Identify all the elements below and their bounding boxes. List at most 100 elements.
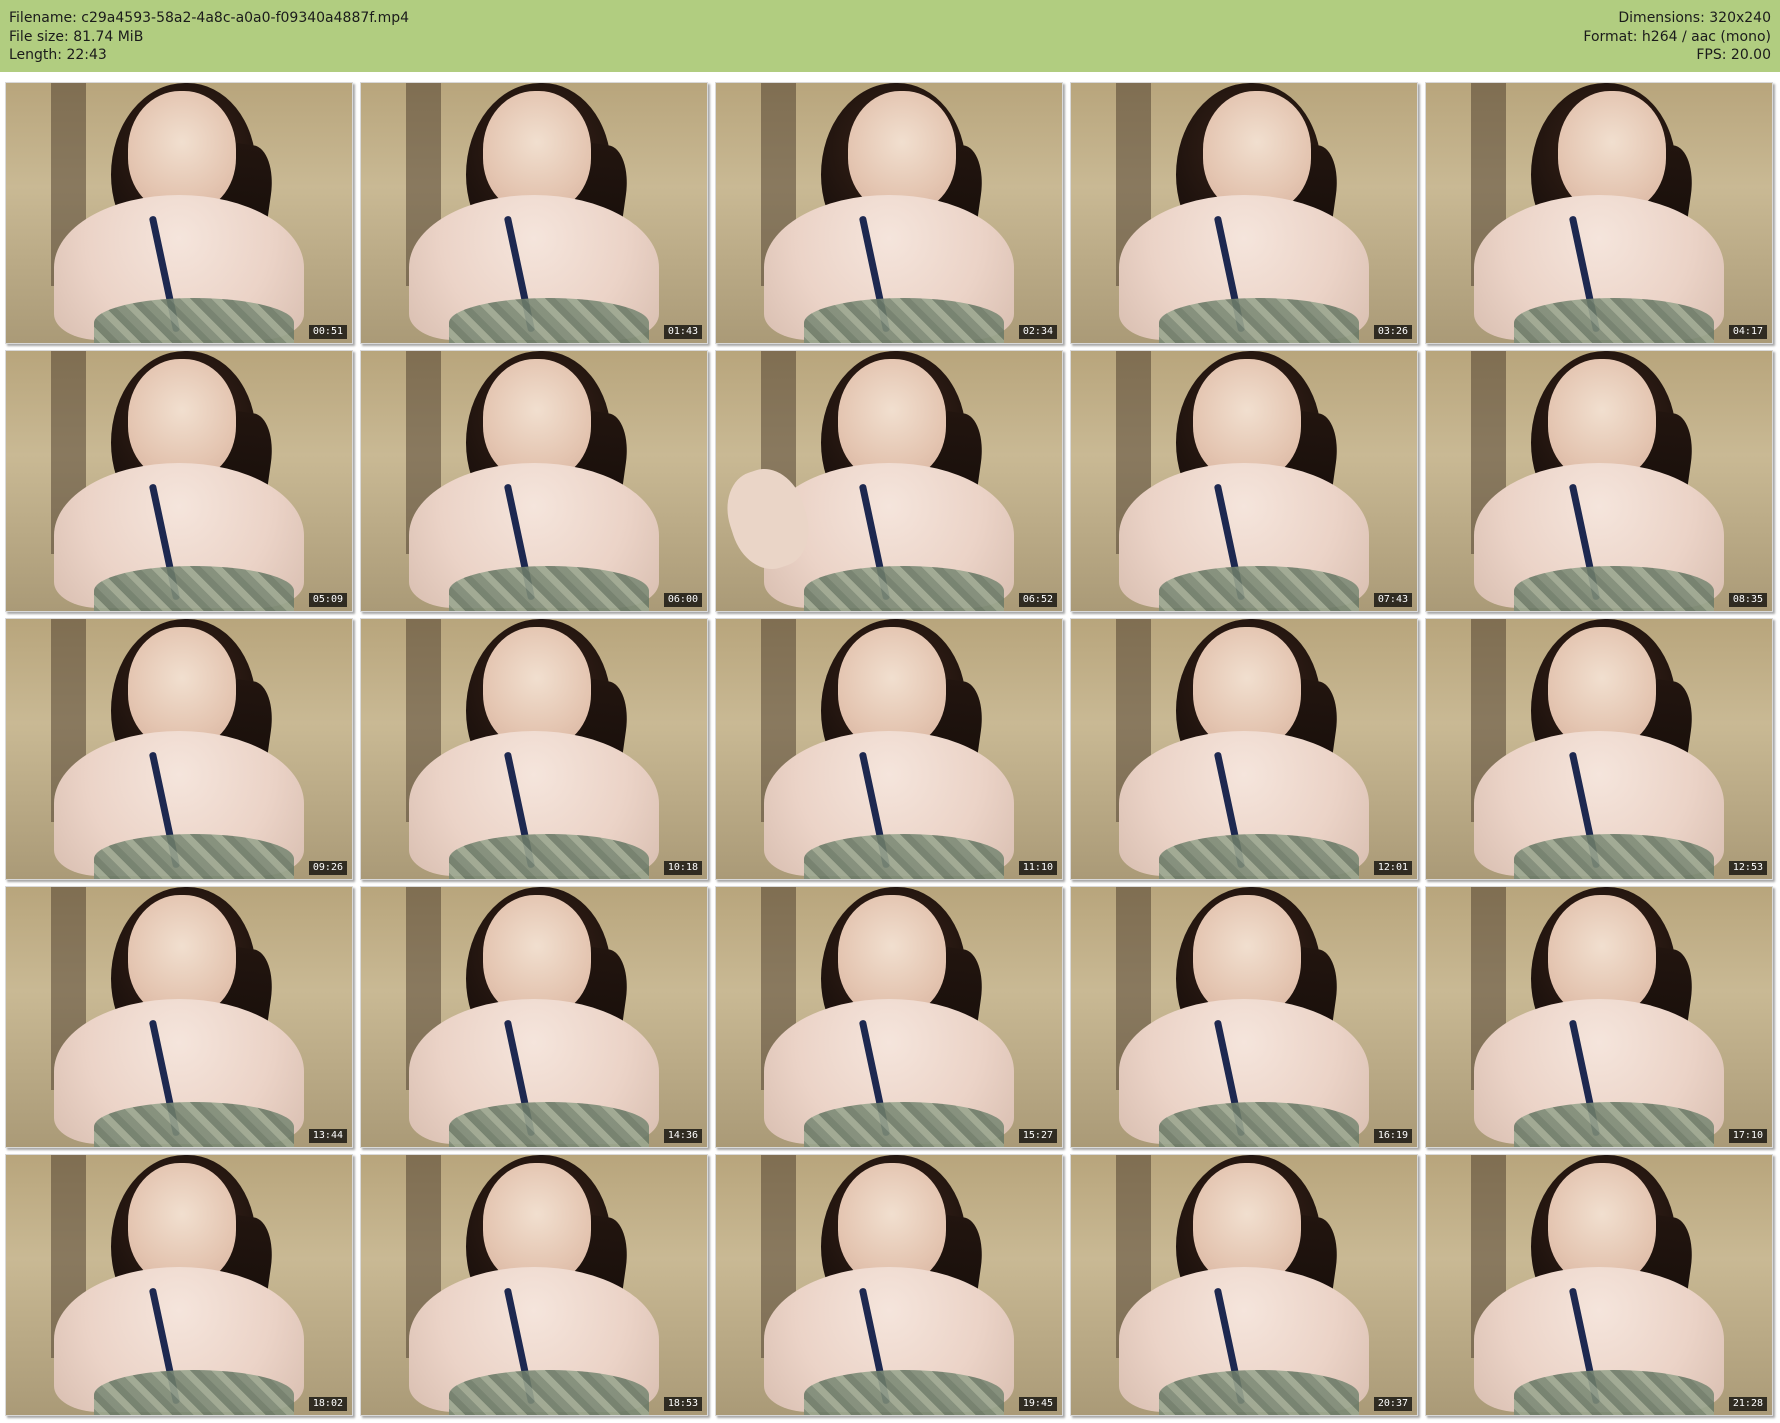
timestamp-label: 19:45: [1018, 1397, 1057, 1411]
blanket-shape: [449, 834, 649, 879]
timestamp-label: 00:51: [308, 325, 347, 339]
thumbnail-frame[interactable]: 18:02: [5, 1154, 353, 1416]
blanket-shape: [804, 298, 1004, 343]
thumbnail-image: [6, 1155, 352, 1415]
blanket-shape: [804, 1102, 1004, 1147]
blanket-shape: [449, 1370, 649, 1415]
blanket-shape: [804, 834, 1004, 879]
thumbnail-image: [1426, 1155, 1772, 1415]
thumbnail-image: [1426, 619, 1772, 879]
timestamp-label: 21:28: [1728, 1397, 1767, 1411]
thumbnail-frame[interactable]: 09:26: [5, 618, 353, 880]
timestamp-label: 13:44: [308, 1129, 347, 1143]
thumbnail-frame[interactable]: 01:43: [360, 82, 708, 344]
timestamp-label: 06:52: [1018, 593, 1057, 607]
timestamp-label: 04:17: [1728, 325, 1767, 339]
thumbnail-image: [1071, 887, 1417, 1147]
timestamp-label: 18:02: [308, 1397, 347, 1411]
thumbnail-frame[interactable]: 08:35: [1425, 350, 1773, 612]
thumbnail-image: [6, 619, 352, 879]
blanket-shape: [1514, 1102, 1714, 1147]
blanket-shape: [449, 566, 649, 611]
timestamp-label: 18:53: [663, 1397, 702, 1411]
thumbnail-image: [716, 619, 1062, 879]
thumbnail-frame[interactable]: 16:19: [1070, 886, 1418, 1148]
thumbnail-frame[interactable]: 03:26: [1070, 82, 1418, 344]
blanket-shape: [1159, 834, 1359, 879]
thumbnail-frame[interactable]: 14:36: [360, 886, 708, 1148]
thumbnail-frame[interactable]: 21:28: [1425, 1154, 1773, 1416]
blanket-shape: [1159, 566, 1359, 611]
blanket-shape: [1159, 1370, 1359, 1415]
thumbnail-frame[interactable]: 13:44: [5, 886, 353, 1148]
thumbnail-frame[interactable]: 18:53: [360, 1154, 708, 1416]
thumbnail-image: [1071, 83, 1417, 343]
thumbnail-frame[interactable]: 00:51: [5, 82, 353, 344]
timestamp-label: 12:53: [1728, 861, 1767, 875]
thumbnail-image: [716, 887, 1062, 1147]
thumbnail-image: [361, 887, 707, 1147]
thumbnail-frame[interactable]: 15:27: [715, 886, 1063, 1148]
timestamp-label: 20:37: [1373, 1397, 1412, 1411]
thumbnail-frame[interactable]: 02:34: [715, 82, 1063, 344]
thumbnail-image: [716, 351, 1062, 611]
thumbnail-image: [716, 1155, 1062, 1415]
thumbnail-frame[interactable]: 04:17: [1425, 82, 1773, 344]
thumbnail-frame[interactable]: 05:09: [5, 350, 353, 612]
metadata-header: Filename: c29a4593-58a2-4a8c-a0a0-f09340…: [0, 0, 1780, 72]
thumbnail-frame[interactable]: 06:52: [715, 350, 1063, 612]
blanket-shape: [804, 566, 1004, 611]
thumbnail-frame[interactable]: 19:45: [715, 1154, 1063, 1416]
thumbnail-frame[interactable]: 10:18: [360, 618, 708, 880]
timestamp-label: 12:01: [1373, 861, 1412, 875]
thumbnail-image: [1071, 619, 1417, 879]
timestamp-label: 02:34: [1018, 325, 1057, 339]
timestamp-label: 01:43: [663, 325, 702, 339]
timestamp-label: 08:35: [1728, 593, 1767, 607]
timestamp-label: 17:10: [1728, 1129, 1767, 1143]
timestamp-label: 14:36: [663, 1129, 702, 1143]
blanket-shape: [449, 298, 649, 343]
thumbnail-image: [6, 83, 352, 343]
blanket-shape: [1514, 566, 1714, 611]
blanket-shape: [1514, 298, 1714, 343]
timestamp-label: 09:26: [308, 861, 347, 875]
blanket-shape: [94, 566, 294, 611]
thumbnail-frame[interactable]: 11:10: [715, 618, 1063, 880]
blanket-shape: [94, 1370, 294, 1415]
thumbnail-frame[interactable]: 12:53: [1425, 618, 1773, 880]
thumbnail-image: [361, 1155, 707, 1415]
timestamp-label: 07:43: [1373, 593, 1412, 607]
thumbnail-image: [716, 83, 1062, 343]
thumbnail-image: [1426, 887, 1772, 1147]
thumbnail-image: [361, 351, 707, 611]
blanket-shape: [1159, 298, 1359, 343]
blanket-shape: [94, 298, 294, 343]
thumbnail-frame[interactable]: 12:01: [1070, 618, 1418, 880]
thumbnail-image: [1071, 1155, 1417, 1415]
timestamp-label: 15:27: [1018, 1129, 1057, 1143]
blanket-shape: [94, 834, 294, 879]
metadata-left: Filename: c29a4593-58a2-4a8c-a0a0-f09340…: [9, 9, 409, 65]
filesize-text: File size: 81.74 MiB: [9, 28, 144, 45]
timestamp-label: 11:10: [1018, 861, 1057, 875]
format-text: Format: h264 / aac (mono): [1583, 28, 1771, 45]
blanket-shape: [1514, 1370, 1714, 1415]
thumbnail-grid: 00:51 01:43 02:34 03:26 04:17 05:09 06:0…: [5, 82, 1775, 1416]
thumbnail-image: [361, 619, 707, 879]
timestamp-label: 16:19: [1373, 1129, 1412, 1143]
blanket-shape: [449, 1102, 649, 1147]
blanket-shape: [804, 1370, 1004, 1415]
length-text: Length: 22:43: [9, 47, 107, 63]
thumbnail-frame[interactable]: 06:00: [360, 350, 708, 612]
timestamp-label: 03:26: [1373, 325, 1412, 339]
thumbnail-frame[interactable]: 20:37: [1070, 1154, 1418, 1416]
thumbnail-frame[interactable]: 17:10: [1425, 886, 1773, 1148]
blanket-shape: [1159, 1102, 1359, 1147]
metadata-right: Dimensions: 320x240 Format: h264 / aac (…: [1583, 9, 1771, 65]
thumbnail-image: [1426, 83, 1772, 343]
timestamp-label: 10:18: [663, 861, 702, 875]
thumbnail-frame[interactable]: 07:43: [1070, 350, 1418, 612]
blanket-shape: [94, 1102, 294, 1147]
filename-text: Filename: c29a4593-58a2-4a8c-a0a0-f09340…: [9, 10, 410, 26]
